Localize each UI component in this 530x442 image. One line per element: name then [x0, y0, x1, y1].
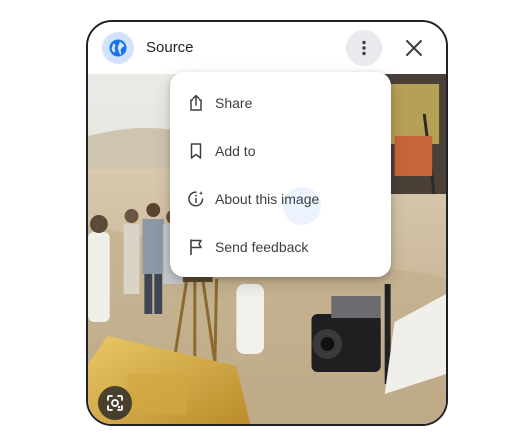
- more-options-button[interactable]: [346, 30, 382, 66]
- close-icon: [406, 40, 422, 56]
- menu-item-about-this-image[interactable]: About this image: [170, 175, 391, 223]
- more-vert-icon: [362, 40, 366, 56]
- overflow-menu: Share Add to About this image Send feedb…: [170, 72, 391, 277]
- source-title[interactable]: Source: [146, 39, 194, 56]
- flag-icon: [190, 239, 202, 256]
- close-button[interactable]: [398, 32, 430, 64]
- bookmark-icon: [190, 143, 202, 159]
- menu-item-label: Share: [215, 95, 253, 111]
- source-badge[interactable]: [102, 32, 134, 64]
- share-icon: [190, 94, 202, 111]
- menu-item-label: Send feedback: [215, 239, 309, 255]
- lens-icon: [107, 395, 123, 411]
- menu-item-share[interactable]: Share: [170, 79, 391, 127]
- viewer-header: Source: [88, 22, 446, 74]
- menu-item-add-to[interactable]: Add to: [170, 127, 391, 175]
- lens-search-button[interactable]: [98, 386, 132, 420]
- menu-item-send-feedback[interactable]: Send feedback: [170, 223, 391, 271]
- menu-item-label: Add to: [215, 143, 256, 159]
- globe-icon: [109, 39, 127, 57]
- info-sparkle-icon: [188, 191, 204, 207]
- menu-item-label: About this image: [215, 191, 320, 207]
